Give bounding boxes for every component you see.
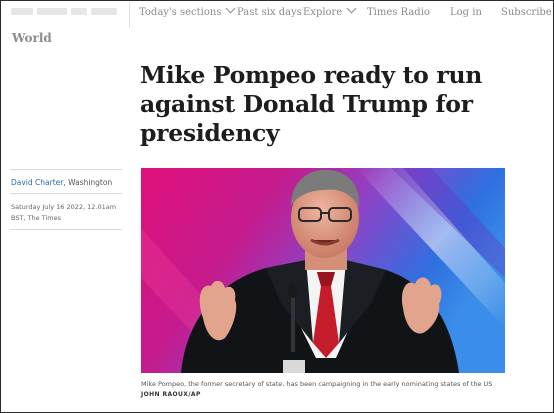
chevron-down-icon <box>346 3 357 14</box>
byline: David Charter, Washington <box>11 178 112 187</box>
explore-label: Explore <box>303 7 343 18</box>
photo-credit: JOHN RAOUX/AP <box>141 391 201 398</box>
article-photo[interactable] <box>141 168 505 373</box>
masthead-logo[interactable] <box>11 8 119 17</box>
nav-divider <box>129 2 130 28</box>
past-six-days-link[interactable]: Past six days <box>237 7 302 18</box>
byline-top-rule <box>10 169 122 170</box>
subscribe-link[interactable]: Subscribe <box>501 7 552 18</box>
chevron-down-icon <box>226 3 236 14</box>
byline-mid-rule <box>10 193 122 194</box>
photo-caption: Mike Pompeo, the former secretary of sta… <box>141 380 493 388</box>
pompeo-speaking-image <box>141 168 505 373</box>
publish-dateline: Saturday July 16 2022, 12.01am BST, The … <box>11 203 117 222</box>
author-link[interactable]: David Charter <box>11 178 63 187</box>
log-in-label: Log in <box>450 7 482 18</box>
todays-sections-label: Today's sections <box>139 7 222 18</box>
byline-location: , Washington <box>63 178 113 187</box>
explore-menu[interactable]: Explore <box>303 3 357 18</box>
top-navigation: Today's sections Past six days Explore T… <box>1 1 553 28</box>
times-radio-link[interactable]: Times Radio <box>367 7 430 18</box>
past-six-days-label: Past six days <box>237 7 302 18</box>
byline-bottom-rule <box>10 229 122 230</box>
log-in-link[interactable]: Log in <box>450 7 482 18</box>
section-label[interactable]: World <box>12 31 52 45</box>
subscribe-label: Subscribe <box>501 7 552 18</box>
todays-sections-menu[interactable]: Today's sections <box>139 3 236 18</box>
article-headline: Mike Pompeo ready to run against Donald … <box>140 61 483 147</box>
times-radio-label: Times Radio <box>367 7 430 18</box>
